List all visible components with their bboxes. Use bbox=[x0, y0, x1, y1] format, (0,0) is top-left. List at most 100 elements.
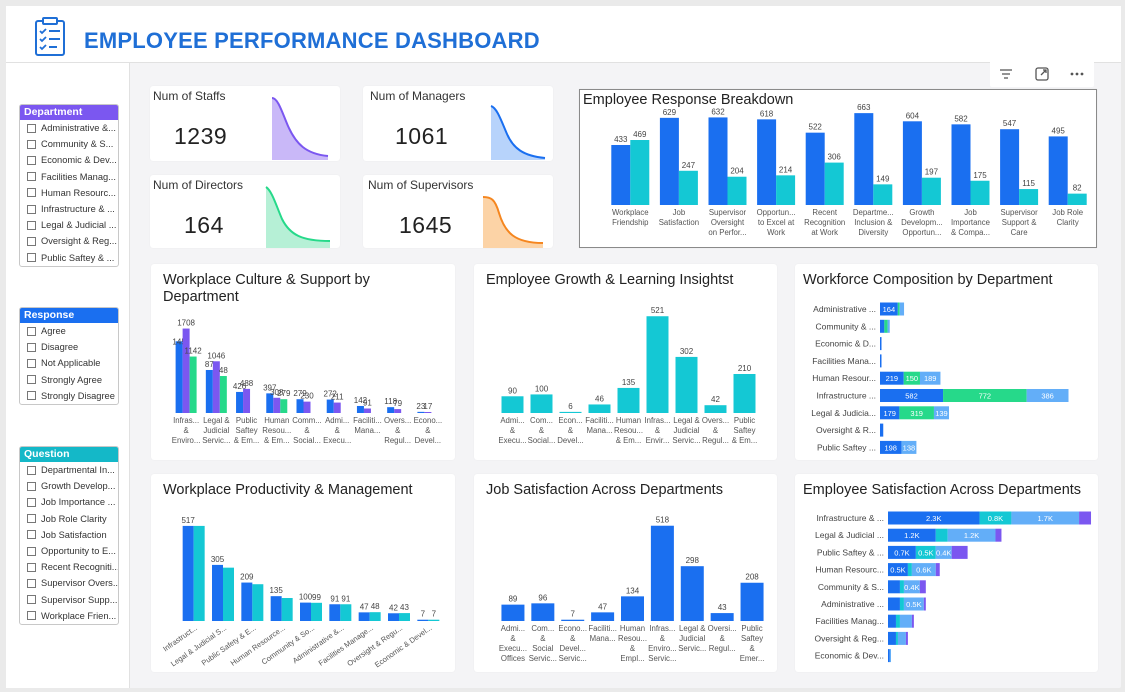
bar-segment bbox=[884, 319, 888, 333]
bar bbox=[182, 328, 190, 413]
category-label: Diversity bbox=[858, 228, 888, 237]
data-label: 89 bbox=[508, 595, 517, 604]
more-options-icon[interactable] bbox=[1068, 65, 1086, 83]
slicer-option[interactable]: Job Satisfaction bbox=[20, 527, 118, 543]
slicer-option[interactable]: Infrastructure & ... bbox=[20, 201, 118, 217]
checkbox[interactable] bbox=[27, 123, 36, 133]
bar bbox=[708, 117, 728, 205]
bar bbox=[280, 399, 288, 413]
kpi-card-managers[interactable]: Num of Managers 1061 bbox=[363, 86, 553, 161]
data-label: 663 bbox=[857, 103, 871, 112]
category-label: Infrastructure ... bbox=[816, 391, 876, 401]
checkbox[interactable] bbox=[27, 465, 36, 475]
checkbox[interactable] bbox=[27, 595, 36, 605]
department-slicer[interactable]: Department Administrative &... Community … bbox=[19, 104, 119, 267]
data-label: 7 bbox=[421, 610, 426, 619]
data-label: 1.2K bbox=[964, 531, 979, 540]
slicer-option[interactable]: Public Saftey & ... bbox=[20, 250, 118, 266]
slicer-option[interactable]: Growth Develop... bbox=[20, 478, 118, 494]
slicer-option[interactable]: Strongly Disagree bbox=[20, 388, 118, 404]
checkbox[interactable] bbox=[27, 497, 36, 507]
data-label: 100 bbox=[535, 384, 549, 393]
category-label: Resou... bbox=[614, 426, 643, 435]
category-label: Faciliti... bbox=[585, 416, 614, 425]
checkbox[interactable] bbox=[27, 220, 36, 230]
productivity-card[interactable]: Workplace Productivity & Management 517 I… bbox=[151, 474, 455, 672]
culture-card[interactable]: Workplace Culture & Support by Departmen… bbox=[151, 264, 455, 460]
category-label: Legal & Judicia... bbox=[811, 408, 876, 418]
slicer-option[interactable]: Disagree bbox=[20, 339, 118, 355]
checkbox[interactable] bbox=[27, 391, 36, 401]
checkbox[interactable] bbox=[27, 236, 36, 246]
checkbox[interactable] bbox=[27, 562, 36, 572]
data-label: 91 bbox=[330, 594, 339, 603]
slicer-option[interactable]: Job Importance ... bbox=[20, 494, 118, 510]
slicer-option[interactable]: Community & S... bbox=[20, 136, 118, 152]
checkbox[interactable] bbox=[27, 375, 36, 385]
checkbox[interactable] bbox=[27, 481, 36, 491]
workforce-card[interactable]: Workforce Composition by Department Admi… bbox=[795, 264, 1098, 460]
slicer-option[interactable]: Legal & Judicial ... bbox=[20, 217, 118, 233]
focus-mode-icon[interactable] bbox=[1033, 65, 1051, 83]
data-label: 210 bbox=[738, 364, 752, 373]
category-label: Job Role bbox=[1052, 208, 1083, 217]
category-label: to Excel at bbox=[758, 218, 795, 227]
checkbox[interactable] bbox=[27, 514, 36, 524]
slicer-option-label: Job Importance ... bbox=[41, 497, 116, 508]
slicer-option[interactable]: Oversight & Reg... bbox=[20, 233, 118, 249]
slicer-option[interactable]: Facilities Manag... bbox=[20, 169, 118, 185]
slicer-option[interactable]: Administrative &... bbox=[20, 120, 118, 136]
bar bbox=[281, 598, 293, 621]
checkbox[interactable] bbox=[27, 546, 36, 556]
bar-segment bbox=[911, 614, 914, 628]
bar bbox=[501, 396, 524, 413]
slicer-option[interactable]: Departmental In... bbox=[20, 462, 118, 478]
slicer-option[interactable]: Supervisor Supp... bbox=[20, 592, 118, 608]
kpi-card-staffs[interactable]: Num of Staffs 1239 bbox=[150, 86, 340, 161]
slicer-option[interactable]: Opportunity to E... bbox=[20, 543, 118, 559]
response-breakdown-card[interactable]: Employee Response Breakdown 433 469 Workpl… bbox=[579, 89, 1097, 248]
productivity-chart: 517Infrastruct...305Legal & Judicial S..… bbox=[161, 516, 440, 669]
category-label: & bbox=[570, 634, 576, 643]
checkbox[interactable] bbox=[27, 530, 36, 540]
filter-icon[interactable] bbox=[997, 65, 1015, 83]
data-label: 47 bbox=[360, 602, 369, 611]
question-slicer[interactable]: Question Departmental In... Growth Develo… bbox=[19, 446, 119, 625]
kpi-card-supervisors[interactable]: Num of Supervisors 1645 bbox=[363, 175, 553, 248]
checkbox[interactable] bbox=[27, 326, 36, 336]
growth-card[interactable]: Employee Growth & Learning Insightst 90 A… bbox=[474, 264, 777, 460]
slicer-option[interactable]: Not Applicable bbox=[20, 355, 118, 371]
checkbox[interactable] bbox=[27, 358, 36, 368]
bar bbox=[559, 411, 582, 413]
slicer-option[interactable]: Strongly Agree bbox=[20, 372, 118, 388]
checkbox[interactable] bbox=[27, 139, 36, 149]
slicer-option[interactable]: Human Resourc... bbox=[20, 185, 118, 201]
slicer-option[interactable]: Agree bbox=[20, 323, 118, 339]
slicer-option[interactable]: Supervisor Overs... bbox=[20, 575, 118, 591]
bar-segment bbox=[888, 649, 890, 663]
checkbox[interactable] bbox=[27, 611, 36, 621]
slicer-option[interactable]: Job Role Clarity bbox=[20, 511, 118, 527]
checkbox[interactable] bbox=[27, 204, 36, 214]
checkbox[interactable] bbox=[27, 342, 36, 352]
visual-toolbar bbox=[990, 60, 1094, 87]
category-label: Mana... bbox=[354, 426, 380, 435]
bar bbox=[212, 564, 223, 621]
slicer-option[interactable]: Recent Recogniti... bbox=[20, 559, 118, 575]
category-label: Developm... bbox=[901, 218, 943, 227]
bar bbox=[951, 124, 971, 205]
checkbox[interactable] bbox=[27, 155, 36, 165]
bar bbox=[417, 411, 425, 413]
checkbox[interactable] bbox=[27, 172, 36, 182]
response-slicer[interactable]: Response Agree Disagree Not Applicable Stro… bbox=[19, 307, 119, 405]
checkbox[interactable] bbox=[27, 188, 36, 198]
data-label: 115 bbox=[1022, 179, 1035, 188]
slicer-option[interactable]: Economic & Dev... bbox=[20, 152, 118, 168]
slicer-option[interactable]: Workplace Frien... bbox=[20, 608, 118, 624]
emp-satisfaction-card[interactable]: Employee Satisfaction Across Departments… bbox=[795, 474, 1098, 672]
category-label: Judicial bbox=[673, 426, 699, 435]
kpi-card-directors[interactable]: Num of Directors 164 bbox=[150, 175, 340, 248]
checkbox[interactable] bbox=[27, 253, 36, 263]
checkbox[interactable] bbox=[27, 578, 36, 588]
satisfaction-card[interactable]: Job Satisfaction Across Departments 89 Ad… bbox=[474, 474, 777, 672]
